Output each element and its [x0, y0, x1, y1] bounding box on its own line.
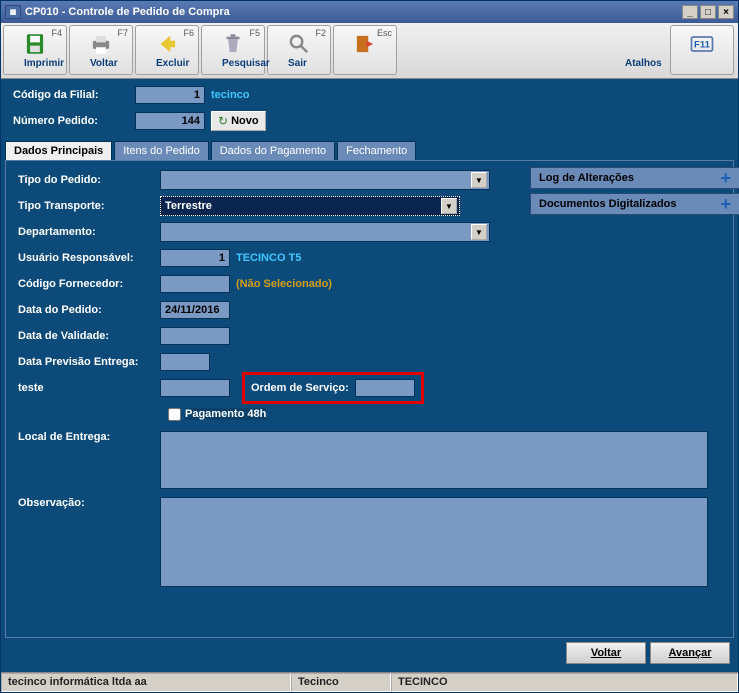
trash-icon: [219, 31, 247, 57]
chevron-down-icon[interactable]: ▼: [471, 224, 487, 240]
chevron-down-icon[interactable]: ▼: [441, 198, 457, 214]
log-alteracoes-button[interactable]: Log de Alterações +: [530, 167, 739, 189]
app-icon: ▦: [5, 5, 21, 19]
data-validade-input[interactable]: [160, 327, 230, 345]
tab-fechamento[interactable]: Fechamento: [337, 141, 416, 160]
filial-input[interactable]: [135, 86, 205, 104]
status-bar: tecinco informática ltda aa Tecinco TECI…: [1, 672, 738, 692]
observacao-label: Observação:: [10, 497, 160, 509]
filial-label: Código da Filial:: [5, 89, 135, 101]
usuario-input[interactable]: [160, 249, 230, 267]
tipo-transporte-select[interactable]: Terrestre ▼: [160, 196, 460, 216]
tab-strip: Dados Principais Itens do Pedido Dados d…: [5, 141, 734, 160]
novo-button[interactable]: ↻ Novo: [211, 111, 266, 131]
data-previsao-label: Data Previsão Entrega:: [10, 356, 160, 368]
save-icon: [21, 31, 49, 57]
usuario-label: Usuário Responsável:: [10, 252, 160, 264]
chevron-down-icon[interactable]: ▼: [471, 172, 487, 188]
tab-dados-principais[interactable]: Dados Principais: [5, 141, 112, 160]
shortcuts-icon: F11: [688, 31, 716, 57]
observacao-textarea[interactable]: [160, 497, 708, 587]
avancar-button[interactable]: Avançar: [650, 642, 730, 664]
documentos-button[interactable]: Documentos Digitalizados +: [530, 193, 739, 215]
titlebar: ▦ CP010 - Controle de Pedido de Compra _…: [1, 1, 738, 23]
local-entrega-label: Local de Entrega:: [10, 431, 160, 443]
close-button[interactable]: ×: [718, 5, 734, 19]
pedido-label: Número Pedido:: [5, 115, 135, 127]
data-previsao-input[interactable]: [160, 353, 210, 371]
fornecedor-label: Código Fornecedor:: [10, 278, 160, 290]
tipo-pedido-label: Tipo do Pedido:: [10, 174, 160, 186]
pagamento48h-checkbox[interactable]: [168, 408, 181, 421]
minimize-button[interactable]: _: [682, 5, 698, 19]
sair-button[interactable]: Esc Sair: [333, 25, 397, 75]
local-entrega-textarea[interactable]: [160, 431, 708, 489]
usuario-name: TECINCO T5: [236, 252, 301, 264]
content-area: Código da Filial: tecinco Número Pedido:…: [1, 79, 738, 672]
atalhos-button[interactable]: F11 Atalhos: [670, 25, 734, 75]
main-toolbar: F4 Gravar F7 Imprimir F6 Voltar F5 E: [1, 23, 738, 79]
data-pedido-input[interactable]: [160, 301, 230, 319]
data-pedido-label: Data do Pedido:: [10, 304, 160, 316]
fornecedor-name: (Não Selecionado): [236, 278, 332, 290]
tab-dados-pagamento[interactable]: Dados do Pagamento: [211, 141, 335, 160]
teste-label: teste: [10, 382, 160, 394]
tab-itens-pedido[interactable]: Itens do Pedido: [114, 141, 208, 160]
data-validade-label: Data de Validade:: [10, 330, 160, 342]
status-company: tecinco informática ltda aa: [1, 673, 291, 692]
status-name2: TECINCO: [391, 673, 738, 692]
bottom-button-bar: Voltar Avançar: [5, 638, 734, 668]
ordem-servico-highlight: Ordem de Serviço:: [242, 372, 424, 404]
teste-input[interactable]: [160, 379, 230, 397]
svg-text:F11: F11: [694, 40, 711, 51]
status-name1: Tecinco: [291, 673, 391, 692]
plus-icon: +: [720, 194, 731, 215]
print-icon: [87, 31, 115, 57]
filial-name: tecinco: [211, 89, 250, 101]
ordem-servico-input[interactable]: [355, 379, 415, 397]
search-icon: [285, 31, 313, 57]
maximize-button[interactable]: □: [700, 5, 716, 19]
tab-body: Tipo do Pedido: ▼ Tipo Transporte: Terre…: [5, 160, 734, 638]
plus-icon: +: [720, 168, 731, 189]
ordem-servico-label: Ordem de Serviço:: [251, 382, 349, 394]
tipo-pedido-select[interactable]: ▼: [160, 170, 490, 190]
window-title: CP010 - Controle de Pedido de Compra: [25, 6, 682, 18]
pedido-input[interactable]: [135, 112, 205, 130]
app-window: ▦ CP010 - Controle de Pedido de Compra _…: [0, 0, 739, 693]
exit-icon: [351, 31, 379, 57]
voltar-button[interactable]: Voltar: [566, 642, 646, 664]
departamento-select[interactable]: ▼: [160, 222, 490, 242]
tipo-transporte-label: Tipo Transporte:: [10, 200, 160, 212]
refresh-icon: ↻: [218, 114, 228, 128]
departamento-label: Departamento:: [10, 226, 160, 238]
fornecedor-input[interactable]: [160, 275, 230, 293]
pagamento48h-label: Pagamento 48h: [185, 408, 266, 420]
back-arrow-icon: [153, 31, 181, 57]
